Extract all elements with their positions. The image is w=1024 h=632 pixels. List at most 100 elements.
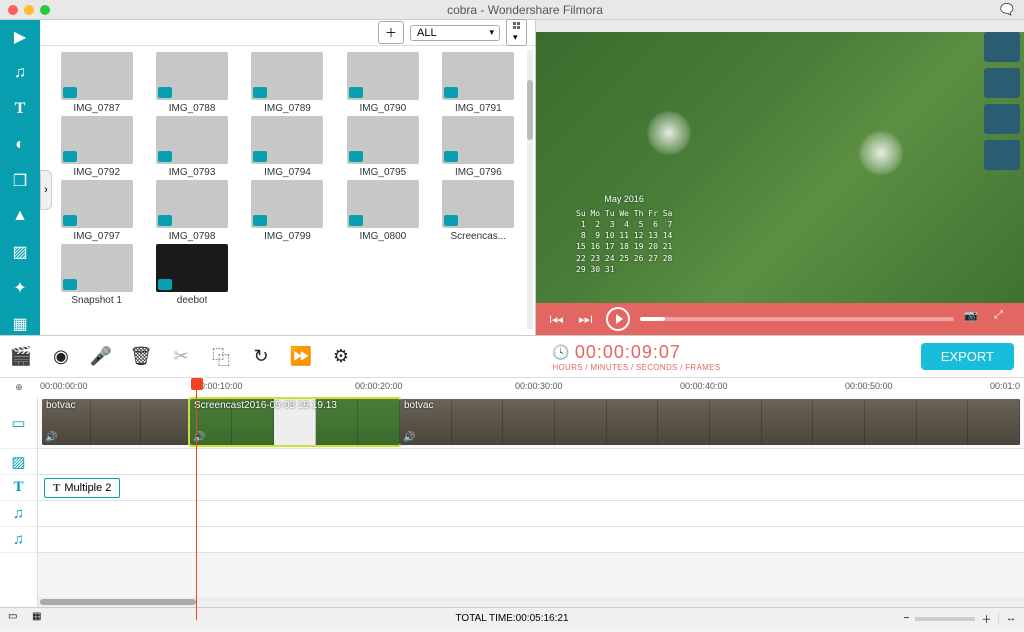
overlay-track[interactable] [38, 449, 1024, 475]
text-tab-icon[interactable]: T [9, 98, 31, 120]
thumb-label: IMG_0789 [264, 103, 311, 114]
speaker-icon: 🔊 [45, 432, 57, 443]
thumb-label: IMG_0790 [360, 103, 407, 114]
playback-slider[interactable] [640, 317, 954, 321]
add-track-button[interactable]: ⊕ [0, 378, 38, 397]
split-tab-icon[interactable]: ▦ [9, 313, 31, 335]
effects-tab-icon[interactable]: ✦ [9, 277, 31, 299]
timeline-hscrollbar[interactable] [38, 597, 1024, 607]
media-thumb[interactable]: IMG_0794 [241, 116, 334, 178]
window-title: cobra - Wondershare Filmora [50, 3, 1000, 17]
media-thumb[interactable]: IMG_0798 [145, 180, 238, 242]
audio-track-1[interactable] [38, 501, 1024, 527]
music-tab-icon[interactable]: ♫ [9, 62, 31, 84]
media-thumb[interactable]: IMG_0793 [145, 116, 238, 178]
video-badge-icon [349, 151, 363, 162]
titlebar: cobra - Wondershare Filmora 🗨️ [0, 0, 1024, 20]
media-thumb[interactable]: IMG_0790 [336, 52, 429, 114]
thumb-label: IMG_0796 [455, 167, 502, 178]
image-tab-icon[interactable]: ▨ [9, 241, 31, 263]
audio-track-2[interactable] [38, 527, 1024, 553]
media-thumb[interactable]: IMG_0797 [50, 180, 143, 242]
text-clip-multiple2[interactable]: T Multiple 2 [44, 478, 120, 498]
record-icon[interactable]: ◉ [50, 346, 72, 368]
thumb-label: IMG_0792 [73, 167, 120, 178]
next-frame-button[interactable]: ▸▸I [576, 309, 596, 329]
video-track-icon[interactable]: ▭ [0, 397, 37, 449]
zoom-out-button[interactable]: − [904, 613, 910, 624]
media-thumb[interactable]: IMG_0800 [336, 180, 429, 242]
playhead-line [196, 390, 197, 620]
fullscreen-button[interactable]: ⤢ [994, 309, 1014, 329]
ruler-mark: 00:00:20:00 [355, 381, 403, 391]
preview-calendar-overlay: May 2016 Su Mo Tu We Th Fr Sa 1 2 3 4 5 … [576, 193, 672, 275]
overlay-track-icon[interactable]: ▨ [0, 449, 37, 475]
thumb-label: IMG_0797 [73, 231, 120, 242]
view-mode-button[interactable]: ▾ [506, 19, 527, 46]
media-thumb[interactable]: IMG_0789 [241, 52, 334, 114]
media-thumb[interactable]: Screencas... [432, 180, 525, 242]
media-thumb[interactable]: IMG_0788 [145, 52, 238, 114]
media-thumb[interactable]: IMG_0787 [50, 52, 143, 114]
audio-track1-icon[interactable]: ♫ [0, 501, 37, 527]
clip-botvac-1[interactable]: botvac 🔊 [42, 399, 190, 445]
clock-icon: 🕓 [552, 344, 570, 361]
settings-icon[interactable]: ⚙ [330, 346, 352, 368]
zoom-slider[interactable] [915, 617, 975, 621]
media-filter-value: ALL [417, 27, 437, 39]
elements-tab-icon[interactable]: ▲ [9, 205, 31, 227]
prev-frame-button[interactable]: I◂◂ [546, 309, 566, 329]
timeline-mode-icon[interactable]: ▭ [8, 611, 24, 627]
snapshot-button[interactable]: 📷 [964, 309, 984, 329]
media-panel: ＋ ALL ▾ ▾ IMG_0787IMG_0788 IMG_0789 IMG_07… [40, 20, 536, 335]
text-track[interactable]: T Multiple 2 [38, 475, 1024, 501]
left-sidebar: ▶ ♫ T ◐ ❐ ▲ ▨ ✦ ▦ [0, 20, 40, 335]
media-thumb[interactable]: IMG_0796 [432, 116, 525, 178]
zoom-window-button[interactable] [40, 5, 50, 15]
media-vscrollbar[interactable] [527, 50, 533, 329]
media-thumb[interactable]: Snapshot 1 [50, 244, 143, 306]
media-thumb[interactable]: deebot [145, 244, 238, 306]
delete-icon[interactable]: 🗑 [130, 346, 152, 368]
speed-icon[interactable]: ⏩ [290, 346, 312, 368]
import-media-button[interactable]: ＋ [378, 21, 404, 44]
zoom-in-button[interactable]: ＋ [981, 611, 991, 626]
voiceover-icon[interactable]: 🎤 [90, 346, 112, 368]
minimize-window-button[interactable] [24, 5, 34, 15]
thumb-label: IMG_0794 [264, 167, 311, 178]
fit-button[interactable]: ↔ [1006, 613, 1016, 624]
media-thumb[interactable]: IMG_0791 [432, 52, 525, 114]
thumb-label: IMG_0791 [455, 103, 502, 114]
close-window-button[interactable] [8, 5, 18, 15]
filters-tab-icon[interactable]: ❐ [9, 170, 31, 192]
video-badge-icon [158, 279, 172, 290]
clip-botvac-2[interactable]: botvac 🔊 [400, 399, 1020, 445]
video-badge-icon [158, 87, 172, 98]
video-track-1[interactable]: botvac 🔊 Screencast2016-05-03 19.19.13 🔊… [38, 397, 1024, 449]
export-button[interactable]: EXPORT [921, 343, 1014, 370]
ruler-mark: 00:01:0 [990, 381, 1020, 391]
audio-track2-icon[interactable]: ♫ [0, 527, 37, 553]
expand-sidebar-handle[interactable]: › [40, 170, 52, 210]
clip-screencast[interactable]: Screencast2016-05-03 19.19.13 🔊 [190, 399, 400, 445]
storyboard-mode-icon[interactable]: ▦ [32, 611, 48, 627]
rotate-icon[interactable]: ↻ [250, 346, 272, 368]
total-time-label: TOTAL TIME:00:05:16:21 [455, 613, 568, 624]
cut-icon[interactable]: ✂ [170, 346, 192, 368]
add-media-icon[interactable]: 🎬 [10, 346, 32, 368]
player-controls: I◂◂ ▸▸I 📷 ⤢ [536, 303, 1024, 335]
timeline-ruler[interactable]: ⊕ 00:00:00:0000:00:10:0000:00:20:0000:00… [0, 377, 1024, 397]
transitions-tab-icon[interactable]: ◐ [9, 134, 31, 156]
media-thumb[interactable]: IMG_0799 [241, 180, 334, 242]
media-thumb[interactable]: IMG_0795 [336, 116, 429, 178]
notification-icon[interactable]: 🗨️ [1000, 3, 1016, 17]
timeline: ▭ ▨ T ♫ ♫ botvac 🔊 Screencast2016-05-03 … [0, 397, 1024, 607]
playhead-marker[interactable] [191, 378, 203, 390]
crop-icon[interactable]: ⿻ [210, 346, 232, 368]
media-tab-icon[interactable]: ▶ [9, 26, 31, 48]
play-button[interactable] [606, 307, 630, 331]
video-badge-icon [349, 215, 363, 226]
media-filter-select[interactable]: ALL ▾ [410, 25, 500, 41]
text-track-icon[interactable]: T [0, 475, 37, 501]
media-thumb[interactable]: IMG_0792 [50, 116, 143, 178]
